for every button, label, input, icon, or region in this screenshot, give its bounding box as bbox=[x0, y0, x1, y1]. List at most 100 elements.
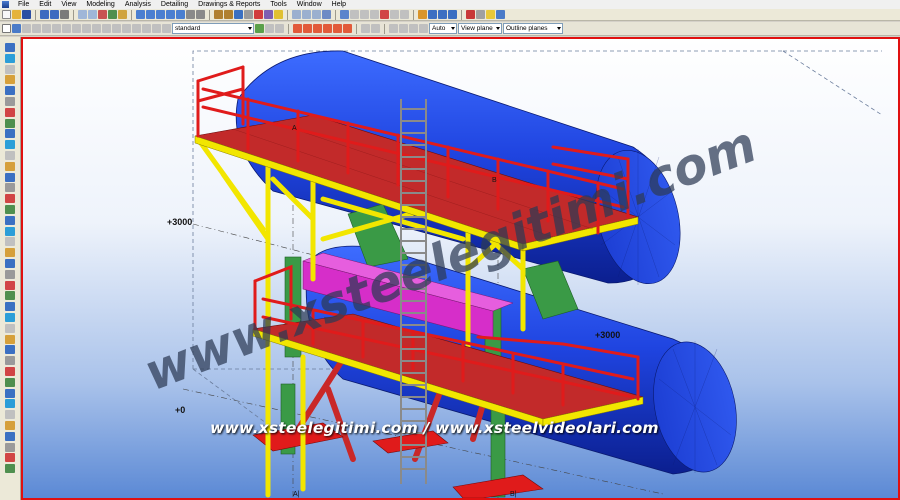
beam-icon[interactable] bbox=[214, 10, 223, 19]
select-components-icon[interactable] bbox=[82, 24, 91, 33]
create-handrail-icon[interactable] bbox=[5, 345, 15, 355]
select-icon[interactable] bbox=[390, 10, 399, 19]
view-3d-icon[interactable] bbox=[166, 10, 175, 19]
line-icon[interactable] bbox=[360, 10, 369, 19]
save-model-icon[interactable] bbox=[22, 10, 31, 19]
measure-icon[interactable] bbox=[118, 10, 127, 19]
snap-perpendicular-icon[interactable] bbox=[333, 24, 342, 33]
select-points-icon[interactable] bbox=[22, 24, 31, 33]
create-column-icon[interactable] bbox=[5, 53, 15, 63]
selection-filter-select[interactable]: standard bbox=[172, 23, 254, 34]
create-strip-footing-icon[interactable] bbox=[5, 86, 15, 96]
create-mesh-icon[interactable] bbox=[5, 291, 15, 301]
numbering-icon[interactable] bbox=[292, 10, 301, 19]
create-surface-icon[interactable] bbox=[5, 313, 15, 322]
create-point-icon[interactable] bbox=[5, 237, 15, 247]
move-icon[interactable] bbox=[88, 10, 97, 19]
create-weld-icon[interactable] bbox=[5, 183, 15, 193]
select-pour-icon[interactable] bbox=[142, 24, 151, 33]
create-connection-icon[interactable] bbox=[5, 269, 15, 279]
create-macro-icon[interactable] bbox=[5, 377, 15, 387]
select-grids-icon[interactable] bbox=[72, 24, 81, 33]
inquire-icon[interactable] bbox=[322, 10, 331, 19]
create-report-icon[interactable] bbox=[5, 431, 15, 441]
new-model-icon[interactable] bbox=[2, 10, 11, 19]
report-icon[interactable] bbox=[312, 10, 321, 19]
column-icon[interactable] bbox=[224, 10, 233, 19]
create-detail-icon[interactable] bbox=[5, 334, 15, 344]
grid-icon[interactable] bbox=[340, 10, 349, 19]
create-plate-icon[interactable] bbox=[5, 64, 15, 74]
select-views-icon[interactable] bbox=[62, 24, 71, 33]
snap-end-icon[interactable] bbox=[293, 24, 302, 33]
create-clash-icon[interactable] bbox=[5, 421, 15, 430]
select-objects-icon[interactable] bbox=[102, 24, 111, 33]
print-icon[interactable] bbox=[60, 10, 69, 19]
select-cuts-icon[interactable] bbox=[52, 24, 61, 33]
select-bolts-icon[interactable] bbox=[32, 24, 41, 33]
arrows-icon[interactable] bbox=[476, 10, 485, 19]
create-rebar-icon[interactable] bbox=[5, 280, 15, 290]
select-spacer-icon[interactable] bbox=[162, 24, 171, 33]
monitor-icon[interactable] bbox=[496, 10, 505, 19]
create-chamfer-icon[interactable] bbox=[5, 215, 15, 225]
screen-icon[interactable] bbox=[448, 10, 457, 19]
create-drawing-icon[interactable] bbox=[5, 259, 15, 268]
create-beam-icon[interactable] bbox=[5, 43, 15, 52]
menu-edit[interactable]: Edit bbox=[34, 0, 56, 9]
menu-drawings-reports[interactable]: Drawings & Reports bbox=[193, 0, 265, 9]
rotate-icon[interactable] bbox=[108, 10, 117, 19]
zoom-in-icon[interactable] bbox=[186, 10, 195, 19]
snap-intersection-icon[interactable] bbox=[323, 24, 332, 33]
create-curved-beam-icon[interactable] bbox=[5, 129, 15, 139]
create-grid-icon[interactable] bbox=[5, 226, 15, 236]
create-orthogonal-beam-icon[interactable] bbox=[5, 151, 15, 160]
properties-icon[interactable] bbox=[438, 10, 447, 19]
view-top-icon[interactable] bbox=[136, 10, 145, 19]
plate-icon[interactable] bbox=[234, 10, 243, 19]
drawing-list-icon[interactable] bbox=[302, 10, 311, 19]
redo-icon[interactable] bbox=[50, 10, 59, 19]
filter-settings-icon[interactable] bbox=[255, 24, 264, 33]
menu-modeling[interactable]: Modeling bbox=[81, 0, 119, 9]
open-model-icon[interactable] bbox=[12, 10, 21, 19]
select-reference-icon[interactable] bbox=[112, 24, 121, 33]
snap-extension-icon[interactable] bbox=[371, 24, 380, 33]
create-import-icon[interactable] bbox=[5, 464, 15, 474]
mirror-icon[interactable] bbox=[98, 10, 107, 19]
menu-window[interactable]: Window bbox=[292, 0, 327, 9]
outline-planes-select[interactable]: Outline planes bbox=[503, 23, 563, 34]
create-polybeam-icon[interactable] bbox=[5, 118, 15, 128]
weld-icon[interactable] bbox=[254, 10, 263, 19]
undo-icon[interactable] bbox=[40, 10, 49, 19]
create-contour-plate-icon[interactable] bbox=[5, 161, 15, 171]
create-cut-icon[interactable] bbox=[5, 194, 15, 204]
create-library-icon[interactable] bbox=[5, 388, 15, 398]
bolt-icon[interactable] bbox=[244, 10, 253, 19]
create-slab-icon[interactable] bbox=[5, 97, 15, 106]
point-icon[interactable] bbox=[350, 10, 359, 19]
create-bolt-icon[interactable] bbox=[5, 172, 15, 182]
snap-free-icon[interactable] bbox=[361, 24, 370, 33]
create-pad-footing-icon[interactable] bbox=[5, 75, 15, 85]
create-view-icon[interactable] bbox=[5, 248, 15, 258]
view-front-icon[interactable] bbox=[146, 10, 155, 19]
snap-center-icon[interactable] bbox=[303, 24, 312, 33]
menu-tools[interactable]: Tools bbox=[265, 0, 291, 9]
view-side-icon[interactable] bbox=[156, 10, 165, 19]
view-plane-select[interactable]: View plane bbox=[458, 23, 502, 34]
create-fitting-icon[interactable] bbox=[5, 205, 15, 214]
select-surface-icon[interactable] bbox=[122, 24, 131, 33]
axis-icon[interactable] bbox=[370, 10, 379, 19]
snap-mid-icon[interactable] bbox=[313, 24, 322, 33]
filter-cursor-icon[interactable] bbox=[275, 24, 284, 33]
component-icon[interactable] bbox=[264, 10, 273, 19]
create-export-icon[interactable] bbox=[5, 453, 15, 463]
magnet-icon[interactable] bbox=[418, 10, 427, 19]
select-load-icon[interactable] bbox=[152, 24, 161, 33]
snap-icon[interactable] bbox=[400, 10, 409, 19]
menu-help[interactable]: Help bbox=[327, 0, 351, 9]
snap-geometry-icon[interactable] bbox=[409, 24, 418, 33]
menu-file[interactable]: File bbox=[13, 0, 34, 9]
create-twin-profile-icon[interactable] bbox=[5, 140, 15, 150]
